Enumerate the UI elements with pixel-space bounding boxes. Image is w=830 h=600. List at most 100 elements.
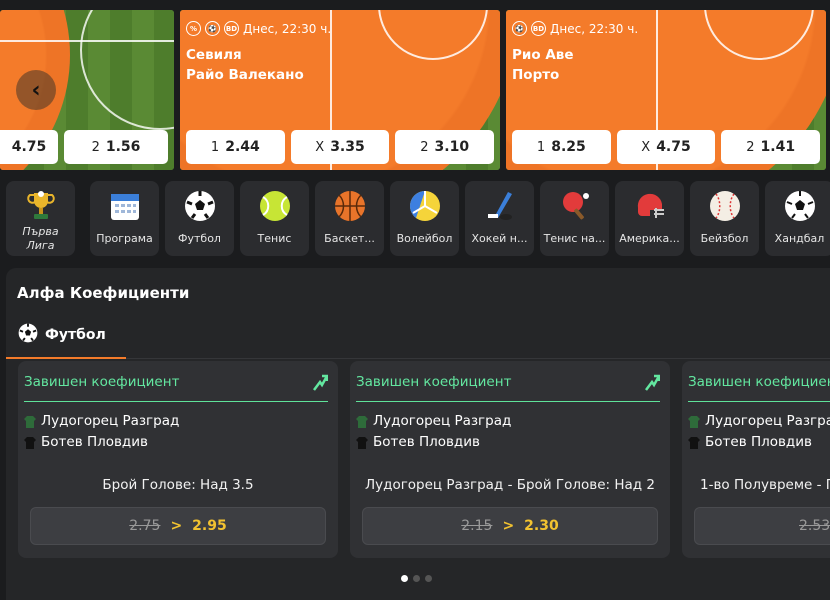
- page-dot[interactable]: [401, 575, 408, 582]
- odd-button-2[interactable]: 2 3.10: [395, 130, 495, 164]
- boosted-price-button[interactable]: 2.15 > 2.30: [362, 507, 658, 545]
- tab-active-indicator: [6, 357, 126, 359]
- new-odds: 2.95: [192, 518, 227, 534]
- old-odds: 2.15: [461, 518, 493, 534]
- odd-label: X: [315, 139, 325, 155]
- sport-tile-basketball[interactable]: Баскет...: [315, 181, 384, 256]
- odd-button-x[interactable]: X 4.75: [616, 130, 716, 164]
- boosted-offer-card[interactable]: Завишен коефициент Лудогорец Разград Бот…: [350, 361, 670, 558]
- sport-label: Волейбол: [396, 232, 453, 245]
- odd-value: 4.75: [656, 139, 691, 155]
- odd-label: 2: [420, 139, 429, 155]
- sport-label: Тенис на...: [543, 232, 606, 245]
- team-name: Лудогорец Разград: [41, 413, 180, 429]
- hockey-icon: [483, 189, 517, 223]
- event-card[interactable]: ⚽ BD Днес, 22:30 ч. Рио Аве Порто 1 8.25…: [506, 10, 826, 170]
- table-tennis-icon: [558, 189, 592, 223]
- boosted-offer-card[interactable]: Завишен коефициент Лудогорец Разград Бот…: [18, 361, 338, 558]
- sport-label: Футбол: [178, 232, 221, 245]
- odd-button-x[interactable]: X 3.35: [290, 130, 390, 164]
- odd-value: 1.41: [760, 139, 796, 155]
- team-name: Лудогорец Разград: [373, 413, 512, 429]
- alpha-odds-section: Алфа Коефициенти Футбол Завишен коефицие…: [6, 268, 830, 600]
- sport-label: Баскет...: [324, 232, 375, 245]
- team-home: Севиля: [186, 47, 242, 63]
- jersey-icon: [356, 436, 368, 449]
- jersey-icon: [688, 415, 700, 428]
- section-title: Алфа Коефициенти: [17, 284, 190, 302]
- page-dot[interactable]: [413, 575, 420, 582]
- pagination-dots: [401, 575, 432, 582]
- odd-value: 3.10: [434, 139, 470, 155]
- carousel-prev-button[interactable]: ‹: [16, 70, 56, 110]
- odd-label: 1: [536, 139, 546, 155]
- trend-up-icon: [645, 374, 660, 391]
- odd-value: 8.25: [551, 139, 586, 155]
- event-card[interactable]: % ⚽ BD Днес, 22:30 ч. Севиля Райо Валека…: [180, 10, 500, 170]
- soccer-ball-icon: [183, 189, 217, 223]
- tab-football[interactable]: Футбол: [18, 323, 106, 347]
- sport-label: Тенис: [257, 232, 292, 245]
- team-home: Рио Аве: [512, 47, 574, 63]
- boosted-offer-card[interactable]: Завишен коефициент Лудогорец Разград Бот…: [682, 361, 830, 558]
- soccer-ball-icon: [18, 323, 38, 347]
- old-odds: 2.53: [799, 518, 830, 534]
- stats-icon: ⚽: [512, 21, 527, 36]
- tab-divider: [6, 358, 830, 359]
- team-home: Лудогорец Разград: [688, 413, 830, 429]
- event-meta: % ⚽ BD Днес, 22:30 ч.: [186, 21, 331, 36]
- team-home: Лудогорец Разград: [24, 413, 179, 429]
- sport-tile-football[interactable]: Футбол: [165, 181, 234, 256]
- market-label: Брой Голове: Над 3.5: [102, 477, 254, 493]
- sport-label: Хандбал: [774, 232, 825, 245]
- calendar-icon: [108, 189, 142, 223]
- bd-icon: BD: [224, 21, 239, 36]
- sport-tile-table-tennis[interactable]: Тенис на...: [540, 181, 609, 256]
- odd-button[interactable]: 4.75: [0, 130, 58, 164]
- odd-button-1[interactable]: 1 8.25: [512, 130, 611, 164]
- sport-tile-tennis[interactable]: Тенис: [240, 181, 309, 256]
- sport-label: Програма: [96, 232, 153, 245]
- odd-value: 2.44: [225, 139, 260, 155]
- offer-heading: Завишен коефициент: [24, 374, 180, 390]
- team-away: Ботев Пловдив: [688, 434, 812, 450]
- basketball-icon: [333, 189, 367, 223]
- sport-tile-handball[interactable]: Хандбал: [765, 181, 830, 256]
- odd-label: 2: [746, 139, 755, 155]
- volleyball-icon: [408, 189, 442, 223]
- event-datetime: Днес, 22:30 ч.: [550, 21, 639, 36]
- odd-value: 4.75: [11, 139, 47, 155]
- stats-icon: ⚽: [205, 21, 220, 36]
- odd-button[interactable]: 2 1.56: [64, 130, 168, 164]
- boosted-price-button[interactable]: 2.53: [694, 507, 830, 545]
- team-away: Райо Валекано: [186, 67, 304, 83]
- odd-value: 3.35: [330, 139, 365, 155]
- odd-button-1[interactable]: 1 2.44: [186, 130, 285, 164]
- sport-tile-volleyball[interactable]: Волейбол: [390, 181, 459, 256]
- baseball-icon: [708, 189, 742, 223]
- tab-label: Футбол: [45, 327, 106, 343]
- page-dot[interactable]: [425, 575, 432, 582]
- sport-tile-schedule[interactable]: Програма: [90, 181, 159, 256]
- sport-label: Хокей н...: [471, 232, 528, 245]
- boosted-price-button[interactable]: 2.75 > 2.95: [30, 507, 326, 545]
- trophy-icon: [24, 189, 58, 223]
- sports-strip: Първа Лига Програма Футбол Тенис Баскет.…: [6, 181, 830, 257]
- event-carousel: 4.75 2 1.56 % ⚽ BD Днес, 22:30 ч. Севиля: [0, 10, 830, 170]
- jersey-icon: [24, 436, 36, 449]
- sport-label: Първа Лига: [22, 225, 59, 252]
- chevron-right-icon: >: [502, 518, 515, 534]
- offer-heading: Завишен коефициент: [356, 374, 512, 390]
- promo-icon: %: [186, 21, 201, 36]
- jersey-icon: [24, 415, 36, 428]
- team-home: Лудогорец Разград: [356, 413, 511, 429]
- event-meta: ⚽ BD Днес, 22:30 ч.: [512, 21, 638, 36]
- sport-tile-hockey[interactable]: Хокей н...: [465, 181, 534, 256]
- sport-tile-baseball[interactable]: Бейзбол: [690, 181, 759, 256]
- sport-tile-first-league[interactable]: Първа Лига: [6, 181, 75, 256]
- handball-icon: [783, 189, 817, 223]
- sport-tile-american-football[interactable]: Америка...: [615, 181, 684, 256]
- jersey-icon: [356, 415, 368, 428]
- odd-value: 1.56: [105, 139, 141, 155]
- odd-button-2[interactable]: 2 1.41: [721, 130, 821, 164]
